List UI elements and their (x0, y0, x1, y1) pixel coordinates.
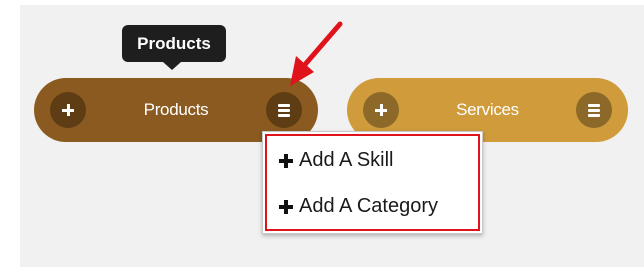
plus-icon (375, 104, 387, 116)
annotation-arrow-icon (290, 21, 343, 86)
plus-icon (279, 153, 293, 168)
menu-item-label: Add A Category (299, 195, 438, 217)
menu-item-add-category[interactable]: Add A Category (279, 195, 438, 218)
products-label: Products (143, 100, 209, 119)
products-menu-button[interactable] (266, 92, 302, 128)
add-products-button[interactable] (50, 92, 86, 128)
products-tooltip: Products (122, 25, 226, 62)
plus-icon (62, 104, 74, 116)
services-menu-button[interactable] (576, 92, 612, 128)
hamburger-icon (588, 103, 600, 117)
plus-icon (279, 199, 293, 214)
hamburger-icon (278, 103, 290, 117)
tooltip-label: Products (137, 33, 211, 53)
add-services-button[interactable] (363, 92, 399, 128)
tooltip-pointer (163, 62, 181, 70)
products-dropdown-menu: Add A Skill Add A Category (262, 131, 483, 234)
menu-item-add-skill[interactable]: Add A Skill (279, 149, 394, 172)
services-label: Services (456, 100, 519, 119)
menu-item-label: Add A Skill (299, 149, 394, 171)
